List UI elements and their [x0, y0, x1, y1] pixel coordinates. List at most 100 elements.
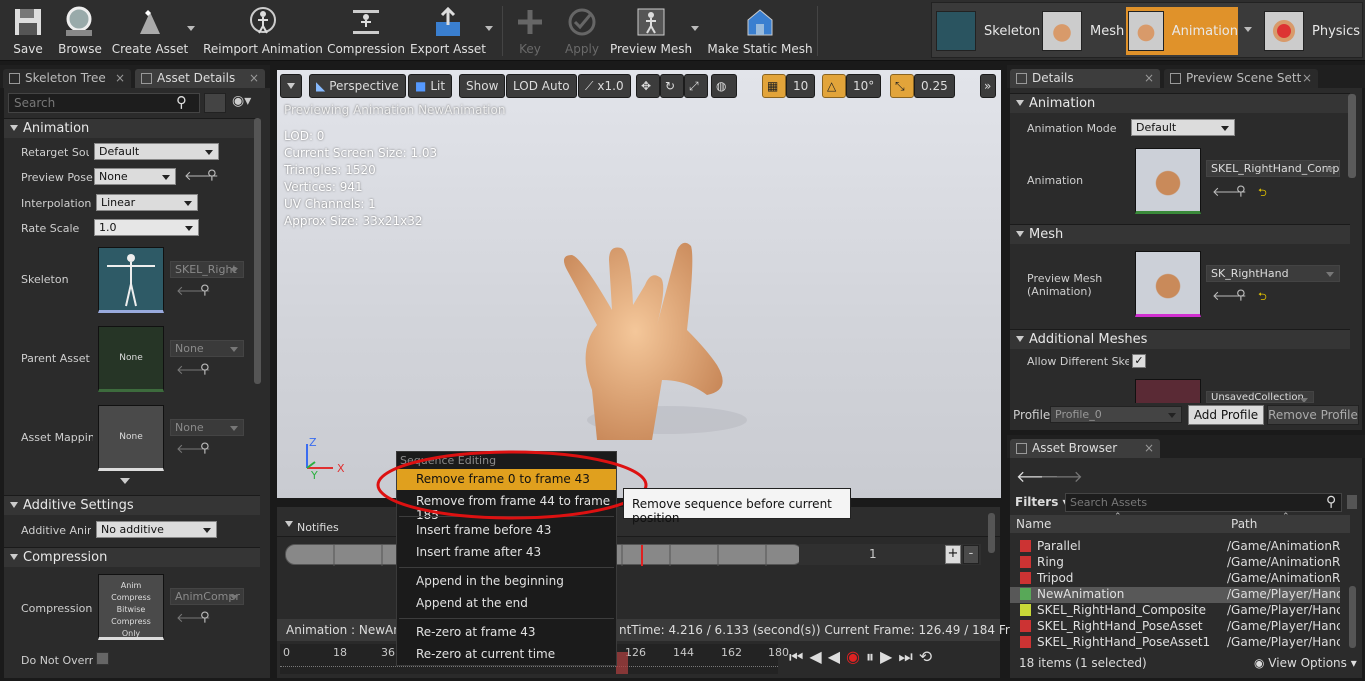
lit-button[interactable]: ■ Lit: [408, 74, 453, 98]
reimport-animation-button[interactable]: Reimport Animation: [203, 0, 323, 60]
close-icon[interactable]: ×: [1302, 71, 1312, 85]
playback-speed-button[interactable]: ⟋ x1.0: [578, 74, 631, 98]
list-item[interactable]: SKEL_RightHand_PoseAsset1/Game/Player/Ha…: [1010, 635, 1340, 651]
column-name[interactable]: Name: [1016, 517, 1051, 531]
rate-scale-input[interactable]: 1.0: [94, 219, 199, 236]
profile-combo[interactable]: Profile_0: [1050, 406, 1182, 423]
preview-mesh-thumbnail[interactable]: [1135, 251, 1201, 317]
reset-icon[interactable]: ⮌: [1258, 184, 1267, 203]
viewport-more-button[interactable]: »: [980, 74, 996, 98]
mode-physics[interactable]: Physics: [1264, 7, 1360, 55]
collapse-arrow-icon[interactable]: [285, 521, 293, 527]
translate-button[interactable]: ✥: [636, 74, 660, 98]
lod-button[interactable]: LOD Auto: [506, 74, 577, 98]
grid-size-button[interactable]: 10: [786, 74, 816, 98]
remove-track-button[interactable]: -: [963, 545, 979, 564]
apply-button[interactable]: Apply: [562, 0, 602, 60]
preview-viewport[interactable]: ◣ Perspective ■ Lit Show LOD Auto ⟋ x1.0 ✥ …: [277, 70, 1001, 498]
left-scrollbar[interactable]: [254, 118, 261, 384]
expand-arrow-icon[interactable]: [120, 478, 130, 484]
add-track-button[interactable]: +: [945, 545, 961, 564]
reset-icon[interactable]: ⮌: [1258, 288, 1267, 307]
create-asset-dropdown[interactable]: [187, 26, 195, 31]
parent-asset-combo[interactable]: None: [170, 340, 244, 357]
search-icon[interactable]: ⚲: [1236, 184, 1246, 199]
scale-snap-toggle[interactable]: ⤡: [890, 74, 914, 98]
tab-asset-details[interactable]: Asset Details ×: [135, 69, 265, 88]
close-icon[interactable]: ×: [115, 71, 125, 85]
mode-dropdown[interactable]: [1244, 27, 1252, 32]
skip-to-end-icon[interactable]: ⏭: [898, 647, 918, 666]
filters-button[interactable]: Filters ▾: [1015, 495, 1069, 509]
search-icon[interactable]: ⚲: [200, 441, 210, 456]
tab-details[interactable]: Details ×: [1010, 69, 1160, 88]
section-animation-details[interactable]: Animation: [1010, 93, 1350, 113]
list-item[interactable]: SKEL_RightHand_Composite/Game/Player/Han…: [1010, 603, 1340, 619]
mode-animation[interactable]: Animation: [1126, 7, 1238, 55]
add-profile-button[interactable]: Add Profile: [1188, 405, 1264, 425]
menu-insert-after[interactable]: Insert frame after 43: [397, 542, 616, 563]
mode-skeleton[interactable]: Skeleton: [936, 7, 1040, 55]
close-icon[interactable]: ×: [249, 71, 259, 85]
list-item[interactable]: Ring/Game/AnimationR: [1010, 555, 1340, 571]
make-static-mesh-button[interactable]: Make Static Mesh: [707, 0, 813, 60]
allow-different-skel-checkbox[interactable]: ✓: [1132, 354, 1146, 368]
list-item[interactable]: Tripod/Game/AnimationR: [1010, 571, 1340, 587]
scale-size-button[interactable]: 0.25: [914, 74, 955, 98]
animation-asset-combo[interactable]: SKEL_RightHand_Compo: [1206, 160, 1340, 177]
save-button[interactable]: Save: [6, 0, 50, 60]
menu-rezero-frame[interactable]: Re-zero at frame 43: [397, 622, 616, 643]
section-animation[interactable]: Animation: [4, 118, 260, 138]
world-space-button[interactable]: ◍: [711, 74, 737, 98]
compression-combo[interactable]: AnimCompr: [170, 588, 244, 605]
search-icon[interactable]: ⚲: [207, 168, 217, 183]
animation-mode-combo[interactable]: Default: [1131, 119, 1235, 136]
asset-search-input[interactable]: Search Assets: [1065, 493, 1342, 512]
perspective-button[interactable]: ◣ Perspective: [309, 74, 406, 98]
scrub-handle[interactable]: [616, 652, 628, 674]
viewport-options-button[interactable]: [280, 74, 302, 98]
play-reverse-icon[interactable]: ◀: [828, 647, 846, 666]
skip-to-start-icon[interactable]: ⏮: [789, 647, 809, 666]
remove-profile-button[interactable]: Remove Profile: [1267, 405, 1359, 425]
details-search-input[interactable]: Search: [8, 93, 200, 113]
do-not-override-checkbox[interactable]: [96, 652, 109, 665]
list-item-selected[interactable]: NewAnimation/Game/Player/Hanc: [1010, 587, 1340, 603]
menu-append-beginning[interactable]: Append in the beginning: [397, 571, 616, 592]
close-icon[interactable]: ×: [1144, 441, 1154, 455]
collection-combo[interactable]: UnsavedCollection: [1206, 391, 1314, 403]
timeline-scrollbar[interactable]: [988, 513, 995, 553]
parent-asset-thumbnail[interactable]: None: [98, 326, 164, 392]
close-icon[interactable]: ×: [1144, 71, 1154, 85]
interpolation-combo[interactable]: Linear: [96, 194, 198, 211]
asset-mapping-thumbnail[interactable]: None: [98, 405, 164, 471]
skeleton-combo[interactable]: SKEL_Right: [170, 261, 244, 278]
eye-visibility-icon[interactable]: ◉▾: [232, 93, 251, 109]
forward-arrow-icon[interactable]: 🡒: [1040, 466, 1083, 486]
loop-icon[interactable]: ⟲: [919, 647, 938, 666]
section-compression[interactable]: Compression: [4, 547, 260, 567]
menu-rezero-current[interactable]: Re-zero at current time: [397, 644, 616, 665]
search-icon[interactable]: ⚲: [1236, 288, 1246, 303]
section-additive-settings[interactable]: Additive Settings: [4, 495, 260, 515]
section-additional-meshes[interactable]: Additional Meshes: [1010, 329, 1350, 349]
menu-insert-before[interactable]: Insert frame before 43: [397, 520, 616, 541]
key-button[interactable]: Key: [512, 0, 548, 60]
scale-button[interactable]: ⤢: [684, 74, 708, 98]
asset-mapping-combo[interactable]: None: [170, 419, 244, 436]
search-icon[interactable]: ⚲: [200, 610, 210, 625]
collection-thumbnail[interactable]: [1135, 379, 1201, 403]
mode-mesh[interactable]: Mesh: [1042, 7, 1124, 55]
rotate-button[interactable]: ↻: [660, 74, 684, 98]
export-asset-button[interactable]: Export Asset: [410, 0, 486, 60]
step-forward-icon[interactable]: ▶: [880, 647, 898, 666]
search-icon[interactable]: ⚲: [200, 362, 210, 377]
step-back-icon[interactable]: ◀: [809, 647, 827, 666]
view-grid-button[interactable]: [204, 93, 226, 113]
record-icon[interactable]: ◉: [846, 647, 866, 666]
show-button[interactable]: Show: [459, 74, 506, 98]
create-asset-button[interactable]: Create Asset: [112, 0, 188, 60]
additive-anim-combo[interactable]: No additive: [96, 521, 217, 538]
pause-icon[interactable]: ⏸: [866, 647, 880, 666]
angle-size-button[interactable]: 10°: [846, 74, 882, 98]
